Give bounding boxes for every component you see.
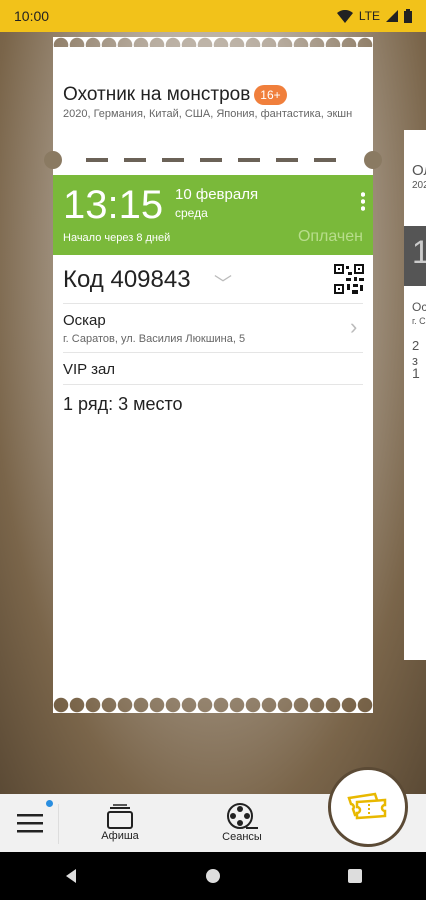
movie-info: 2020, Германия, Китай, США, Япония, фант… [63, 108, 353, 120]
home-icon[interactable] [205, 868, 221, 884]
nav-afisha[interactable]: Афиша [90, 794, 150, 852]
battery-icon [404, 9, 412, 23]
more-options-icon[interactable] [361, 191, 365, 211]
tear-line [86, 158, 340, 162]
menu-icon [17, 814, 43, 833]
seat-info: 1 ряд: 3 место [63, 394, 183, 414]
next-ticket-cinema: Оск [412, 300, 426, 314]
status-time: 10:00 [14, 8, 50, 24]
nav-sessions-label: Сеансы [222, 831, 262, 843]
chevron-down-icon[interactable]: ﹀ [214, 270, 232, 296]
signal-icon [386, 10, 398, 22]
next-ticket-time: 1 [412, 234, 426, 270]
back-icon[interactable] [63, 868, 79, 884]
status-icons: LTE [336, 9, 412, 23]
next-ticket-title: Ол [412, 162, 426, 179]
booking-code: Код 409843 [63, 266, 191, 293]
payment-status: Оплачен [297, 228, 363, 245]
cinema-name[interactable]: Оскар [63, 312, 106, 329]
session-header: 13:15 10 февраля среда Начало через 8 дн… [53, 175, 373, 255]
wifi-icon [336, 9, 353, 23]
qr-code-icon[interactable] [334, 264, 364, 294]
cinema-address: г. Саратов, ул. Василия Люкшина, 5 [63, 333, 246, 345]
session-weekday: среда [175, 206, 208, 220]
divider [63, 384, 363, 385]
next-ticket-card[interactable]: Ол 202 1 Оск г. С 2 з 1 [404, 130, 426, 660]
ticket-notch-left [44, 151, 62, 169]
system-navigation-bar [0, 852, 426, 900]
session-time: 13:15 [63, 183, 164, 227]
nav-divider [58, 804, 59, 844]
nav-sessions[interactable]: Сеансы [212, 794, 272, 852]
next-ticket-address: г. С [412, 316, 426, 326]
session-countdown: Начало через 8 дней [63, 232, 171, 244]
film-reel-icon [227, 803, 258, 829]
ticket-icon [347, 792, 387, 820]
ticket-notch-right [364, 151, 382, 169]
recents-icon[interactable] [347, 868, 363, 884]
network-label: LTE [358, 9, 380, 23]
notification-dot [46, 800, 53, 807]
nav-afisha-label: Афиша [101, 830, 139, 842]
status-bar: 10:00 LTE [0, 0, 426, 32]
hamburger-menu-button[interactable] [10, 794, 53, 852]
next-ticket-seat: 1 [412, 365, 420, 381]
chevron-right-icon[interactable]: › [350, 314, 357, 340]
afisha-icon [107, 804, 133, 829]
hall-name: VIP зал [63, 361, 116, 378]
movie-title-row: Охотник на монстров 16+ [63, 84, 287, 106]
age-rating-badge: 16+ [254, 85, 287, 105]
ticket-perforation-top [53, 37, 373, 53]
ticket-perforation-bottom [53, 697, 373, 713]
next-ticket-header: 1 [404, 226, 426, 286]
next-ticket-info: 202 [412, 180, 426, 191]
movie-title: Охотник на монстров [63, 84, 251, 105]
divider [63, 352, 363, 353]
divider [63, 303, 363, 304]
my-tickets-button[interactable] [328, 767, 408, 847]
session-date: 10 февраля [175, 186, 259, 203]
next-ticket-hall: 2 з [412, 338, 420, 368]
